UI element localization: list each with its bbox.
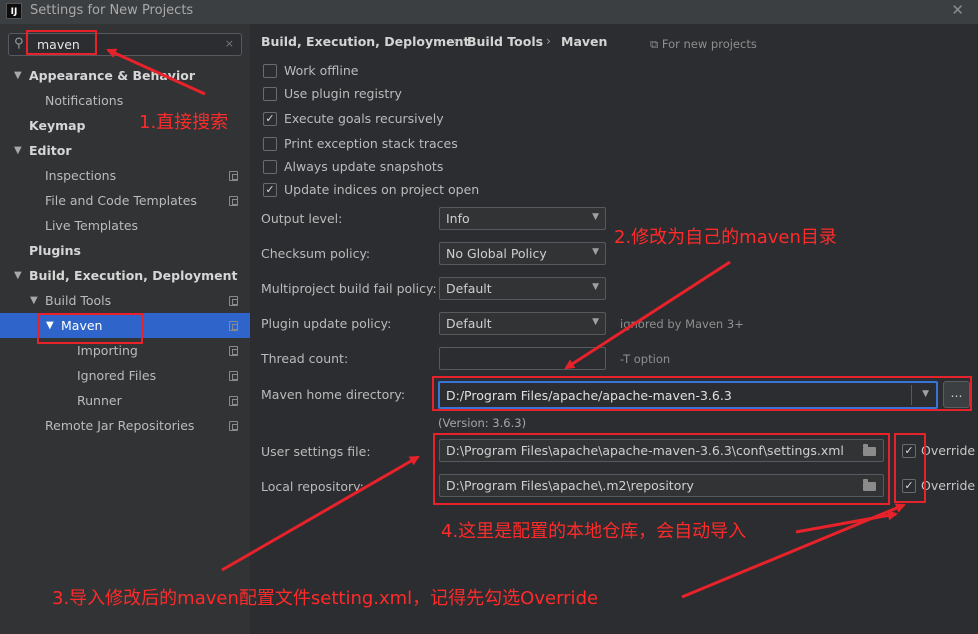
checkbox-label: Print exception stack traces — [284, 136, 458, 151]
annotation-box-search — [26, 30, 97, 55]
project-scope-icon — [229, 321, 238, 331]
sidebar-item-build-tools[interactable]: ▼ Build Tools — [0, 288, 250, 313]
scope-label: ⧉ For new projects — [650, 37, 757, 52]
select-value: Default — [446, 281, 492, 296]
checkbox-label: Execute goals recursively — [284, 111, 444, 126]
plugin-update-hint: ignored by Maven 3+ — [620, 317, 744, 331]
checksum-policy-select[interactable]: No Global Policy ▼ — [439, 242, 606, 265]
select-value: Info — [446, 211, 470, 226]
checkbox-label: Work offline — [284, 63, 359, 78]
sidebar-item-file-code-templates[interactable]: File and Code Templates — [0, 188, 250, 213]
annotation-step1: 1.直接搜索 — [139, 112, 229, 133]
output-level-select[interactable]: Info ▼ — [439, 207, 606, 230]
annotation-box-maven-home — [432, 376, 972, 411]
sidebar-item-label: Live Templates — [45, 218, 139, 233]
project-scope-icon — [229, 371, 238, 381]
breadcrumb-item[interactable]: Build, Execution, Deployment — [261, 34, 469, 49]
checkbox-box-checked[interactable]: ✓ — [263, 112, 277, 126]
sidebar-item-label: Runner — [77, 393, 122, 408]
annotation-step2: 2.修改为自己的maven目录 — [614, 227, 837, 248]
project-scope-icon — [229, 196, 238, 206]
close-icon[interactable]: ✕ — [951, 1, 964, 19]
sidebar-item-label: Notifications — [45, 93, 124, 108]
expand-arrow-icon[interactable]: ▼ — [14, 63, 22, 88]
window-title: Settings for New Projects — [30, 3, 194, 18]
breadcrumb-separator: › — [546, 33, 551, 48]
annotation-step4: 4.这里是配置的本地仓库，会自动导入 — [441, 521, 747, 542]
breadcrumb-item[interactable]: Build Tools — [467, 34, 543, 49]
plugin-update-policy-select[interactable]: Default ▼ — [439, 312, 606, 335]
expand-arrow-icon[interactable]: ▼ — [14, 263, 22, 288]
checkbox-label: Use plugin registry — [284, 86, 402, 101]
chevron-down-icon: ▼ — [592, 282, 599, 292]
sidebar-item-label: Editor — [29, 143, 72, 158]
checkbox-box[interactable] — [263, 160, 277, 174]
checkbox-box[interactable] — [263, 64, 277, 78]
intellij-logo-icon: IJ — [6, 3, 22, 19]
sidebar-item-inspections[interactable]: Inspections — [0, 163, 250, 188]
project-scope-icon — [229, 421, 238, 431]
checksum-policy-label: Checksum policy: — [261, 246, 371, 261]
local-repository-label: Local repository: — [261, 479, 364, 494]
plugin-update-policy-label: Plugin update policy: — [261, 316, 392, 331]
sidebar-item-remote-jar-repositories[interactable]: Remote Jar Repositories — [0, 413, 250, 438]
checkbox-box[interactable] — [263, 87, 277, 101]
project-scope-icon — [229, 171, 238, 181]
output-level-label: Output level: — [261, 211, 343, 226]
chevron-down-icon: ▼ — [592, 247, 599, 257]
sidebar-item-label: File and Code Templates — [45, 193, 197, 208]
sidebar-item-label: Keymap — [29, 118, 86, 133]
sidebar-item-label: Build, Execution, Deployment — [29, 268, 238, 283]
sidebar-item-ignored-files[interactable]: Ignored Files — [0, 363, 250, 388]
sidebar-item-label: Plugins — [29, 243, 81, 258]
project-scope-icon — [229, 396, 238, 406]
sidebar-item-label: Ignored Files — [77, 368, 157, 383]
sidebar-item-editor[interactable]: ▼ Editor — [0, 138, 250, 163]
clear-search-icon[interactable]: × — [225, 37, 234, 50]
user-settings-label: User settings file: — [261, 444, 371, 459]
checkbox-box[interactable] — [263, 137, 277, 151]
breadcrumb-item-current: Maven — [561, 34, 608, 49]
sidebar-item-label: Inspections — [45, 168, 117, 183]
checkbox-label: Always update snapshots — [284, 159, 444, 174]
thread-count-label: Thread count: — [261, 351, 349, 366]
checkbox-label: Update indices on project open — [284, 182, 480, 197]
annotation-box-paths — [433, 433, 890, 505]
annotation-box-override — [894, 433, 926, 503]
sidebar-item-label: Appearance & Behavior — [29, 68, 195, 83]
chevron-down-icon: ▼ — [592, 212, 599, 222]
thread-count-hint: -T option — [620, 352, 671, 366]
thread-count-input[interactable] — [439, 347, 606, 370]
select-value: Default — [446, 316, 492, 331]
project-scope-icon: ⧉ — [650, 37, 662, 51]
sidebar-item-live-templates[interactable]: Live Templates — [0, 213, 250, 238]
scope-text: For new projects — [661, 37, 757, 51]
sidebar-item-label: Remote Jar Repositories — [45, 418, 195, 433]
breadcrumb-separator: › — [453, 33, 458, 48]
sidebar-item-build-execution-deployment[interactable]: ▼ Build, Execution, Deployment — [0, 263, 250, 288]
expand-arrow-icon[interactable]: ▼ — [30, 288, 38, 313]
annotation-step3: 3.导入修改后的maven配置文件setting.xml，记得先勾选Overri… — [52, 588, 599, 609]
multiproject-fail-policy-label: Multiproject build fail policy: — [261, 281, 437, 296]
sidebar-item-runner[interactable]: Runner — [0, 388, 250, 413]
override-label: Override — [921, 443, 976, 458]
project-scope-icon — [229, 296, 238, 306]
multiproject-fail-policy-select[interactable]: Default ▼ — [439, 277, 606, 300]
select-value: No Global Policy — [446, 246, 547, 261]
search-icon: ⚲ — [14, 36, 24, 51]
maven-home-label: Maven home directory: — [261, 387, 406, 402]
override-label: Override — [921, 478, 976, 493]
sidebar-item-appearance-behavior[interactable]: ▼ Appearance & Behavior — [0, 63, 250, 88]
checkbox-box-checked[interactable]: ✓ — [263, 183, 277, 197]
title-bar: IJ Settings for New Projects ✕ — [0, 0, 978, 24]
sidebar-item-label: Build Tools — [45, 293, 112, 308]
annotation-box-maven — [37, 313, 143, 344]
maven-version-label: (Version: 3.6.3) — [438, 416, 527, 430]
chevron-down-icon: ▼ — [592, 317, 599, 327]
expand-arrow-icon[interactable]: ▼ — [14, 138, 22, 163]
project-scope-icon — [229, 346, 238, 356]
sidebar-item-plugins[interactable]: Plugins — [0, 238, 250, 263]
